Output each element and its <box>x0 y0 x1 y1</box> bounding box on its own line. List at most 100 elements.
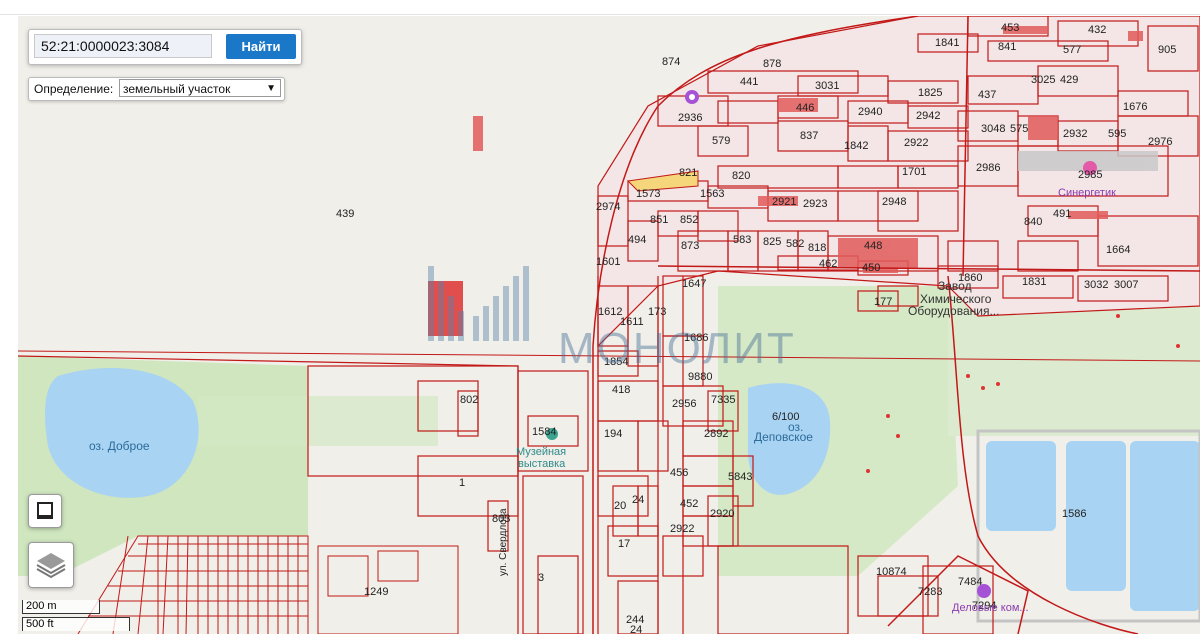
parcel-label[interactable]: 3007 <box>1114 279 1138 291</box>
parcel-label[interactable]: 851 <box>650 214 668 226</box>
parcel-label[interactable]: 2923 <box>803 198 827 210</box>
parcel-label[interactable]: 441 <box>740 76 758 88</box>
parcel-label[interactable]: 583 <box>733 234 751 246</box>
parcel-label[interactable]: 2974 <box>596 201 620 213</box>
parcel-label[interactable]: 456 <box>670 467 688 479</box>
parcel-label[interactable]: 1573 <box>636 188 660 200</box>
parcel-label[interactable]: 450 <box>862 262 880 274</box>
parcel-label[interactable]: 494 <box>628 234 646 246</box>
parcel-label[interactable]: 24 <box>632 494 644 506</box>
parcel-label[interactable]: 2948 <box>882 196 906 208</box>
parcel-label[interactable]: 7283 <box>918 586 942 598</box>
parcel-label[interactable]: 874 <box>662 56 680 68</box>
plant-label-line3: Оборудования... <box>908 304 1000 318</box>
parcel-label[interactable]: 1586 <box>1062 508 1086 520</box>
parcel-label[interactable]: 452 <box>680 498 698 510</box>
watermark: МОНОЛИТ <box>558 324 796 373</box>
parcel-label[interactable]: 3048 <box>981 123 1005 135</box>
parcel-label[interactable]: 577 <box>1063 44 1081 56</box>
parcel-label[interactable]: 595 <box>1108 128 1126 140</box>
parcel-label[interactable]: 1831 <box>1022 276 1046 288</box>
parcel-label[interactable]: 194 <box>604 428 622 440</box>
parcel-label[interactable]: 1701 <box>902 166 926 178</box>
chevron-down-icon: ▼ <box>266 83 276 94</box>
parcel-label[interactable]: 448 <box>864 240 882 252</box>
parcel-label[interactable]: 837 <box>800 130 818 142</box>
parcel-label[interactable]: 24 <box>630 624 642 634</box>
parcel-label[interactable]: 1647 <box>682 278 706 290</box>
parcel-label[interactable]: 20 <box>614 500 626 512</box>
find-button[interactable]: Найти <box>226 34 296 59</box>
plant-label-line1: Завод <box>938 279 972 293</box>
parcel-label[interactable]: 1664 <box>1106 244 1130 256</box>
parcel-label[interactable]: 1 <box>459 477 465 489</box>
layers-button[interactable] <box>28 542 74 588</box>
cadastral-number-input[interactable] <box>34 34 212 58</box>
parcel-label[interactable]: 582 <box>786 238 804 250</box>
parcel-label[interactable]: 2986 <box>976 162 1000 174</box>
parcel-label[interactable]: 1842 <box>844 140 868 152</box>
parcel-label[interactable]: 820 <box>732 170 750 182</box>
definition-selected: земельный участок <box>123 82 231 96</box>
parcel-label[interactable]: 873 <box>681 240 699 252</box>
parcel-label[interactable]: 2956 <box>672 398 696 410</box>
parcel-label[interactable]: 462 <box>819 258 837 270</box>
parcel-label[interactable]: 418 <box>612 384 630 396</box>
parcel-label[interactable]: 2922 <box>670 523 694 535</box>
parcel-label[interactable]: 3 <box>538 572 544 584</box>
cadastral-map[interactable]: 453 432 1841 841 577 905 874 878 441 303… <box>18 16 1200 634</box>
parcel-label[interactable]: 429 <box>1060 74 1078 86</box>
parcel-label[interactable]: 173 <box>648 306 666 318</box>
parcel-label[interactable]: 2942 <box>916 110 940 122</box>
layers-icon <box>36 553 66 579</box>
parcel-label[interactable]: 2976 <box>1148 136 1172 148</box>
parcel-label[interactable]: 841 <box>998 41 1016 53</box>
parcel-label[interactable]: 2985 <box>1078 169 1102 181</box>
parcel-label[interactable]: 2921 <box>772 196 796 208</box>
parcel-label[interactable]: 575 <box>1010 123 1028 135</box>
parcel-label[interactable]: 10874 <box>876 566 907 578</box>
parcel-label[interactable]: 840 <box>1024 216 1042 228</box>
parcel-label[interactable]: 1563 <box>700 188 724 200</box>
parcel-label[interactable]: 3031 <box>815 80 839 92</box>
parcel-label[interactable]: 2932 <box>1063 128 1087 140</box>
parcel-label[interactable]: 2940 <box>858 106 882 118</box>
parcel-label[interactable]: 579 <box>712 135 730 147</box>
parcel-label[interactable]: 818 <box>808 242 826 254</box>
parcel-label[interactable]: 2892 <box>704 428 728 440</box>
parcel-label[interactable]: 177 <box>874 296 892 308</box>
parcel-label[interactable]: 17 <box>618 538 630 550</box>
parcel-label[interactable]: 453 <box>1001 22 1019 34</box>
search-panel: Найти <box>28 29 302 65</box>
parcel-label[interactable]: 1612 <box>598 306 622 318</box>
parcel-label[interactable]: 802 <box>460 394 478 406</box>
parcel-label[interactable]: 878 <box>763 58 781 70</box>
parcel-label[interactable]: 1584 <box>532 426 556 438</box>
parcel-label[interactable]: 1841 <box>935 37 959 49</box>
parcel-label[interactable]: 3025 <box>1031 74 1055 86</box>
parcel-label[interactable]: 3032 <box>1084 279 1108 291</box>
parcel-label[interactable]: 825 <box>763 236 781 248</box>
parcel-label[interactable]: 5843 <box>728 471 752 483</box>
parcel-label[interactable]: 439 <box>336 208 354 220</box>
museum-label-line1: Музейная <box>516 446 567 458</box>
parcel-label[interactable]: 905 <box>1158 44 1176 56</box>
parcel-label[interactable]: 7484 <box>958 576 982 588</box>
definition-select[interactable]: земельный участок ▼ <box>119 79 281 97</box>
parcel-label[interactable]: 852 <box>680 214 698 226</box>
street-label: ул. Свердлова <box>498 508 509 576</box>
parcel-label[interactable]: 7335 <box>711 394 735 406</box>
parcel-label[interactable]: 446 <box>796 102 814 114</box>
parcel-label[interactable]: 2922 <box>904 137 928 149</box>
parcel-label[interactable]: 1601 <box>596 256 620 268</box>
parcel-label[interactable]: 491 <box>1053 208 1071 220</box>
parcel-label[interactable]: 432 <box>1088 24 1106 36</box>
parcel-label[interactable]: 2920 <box>710 508 734 520</box>
parcel-label[interactable]: 437 <box>978 89 996 101</box>
parcel-label[interactable]: 2936 <box>678 112 702 124</box>
fullscreen-button[interactable] <box>28 494 62 528</box>
parcel-label[interactable]: 1676 <box>1123 101 1147 113</box>
parcel-label[interactable]: 1825 <box>918 87 942 99</box>
parcel-label[interactable]: 821 <box>679 167 697 179</box>
parcel-label[interactable]: 1249 <box>364 586 388 598</box>
